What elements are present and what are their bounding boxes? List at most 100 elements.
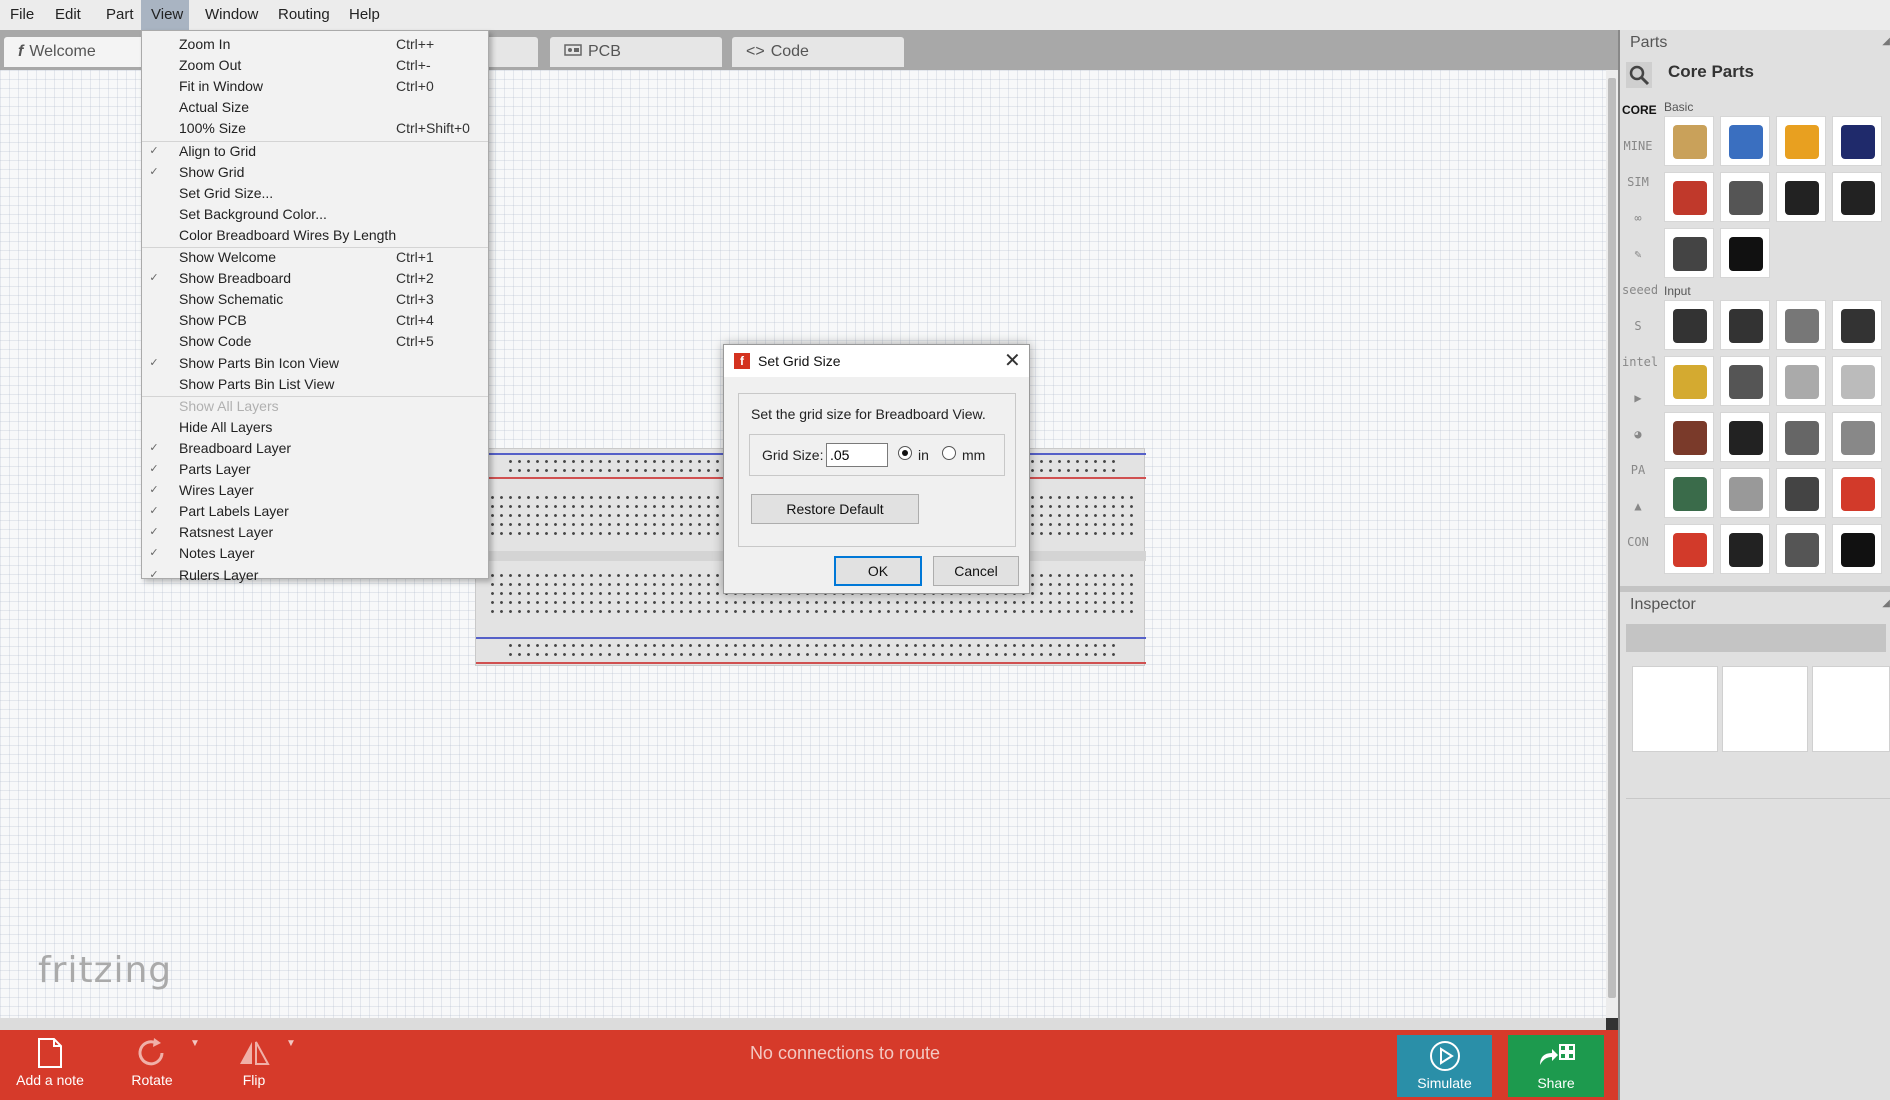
horizontal-scrollbar[interactable] <box>0 1018 1618 1030</box>
menu-help[interactable]: Help <box>339 0 390 30</box>
part-diode[interactable] <box>1720 172 1770 222</box>
part-sparkfun-board[interactable] <box>1720 524 1770 574</box>
parts-bin-tab[interactable]: CON <box>1622 528 1654 556</box>
menu-part[interactable]: Part <box>96 0 144 30</box>
part-toggle-switch[interactable] <box>1720 412 1770 462</box>
part-npn-transistor[interactable] <box>1832 172 1882 222</box>
menu-file[interactable]: File <box>0 0 44 30</box>
parts-bin-tab[interactable]: ▶ <box>1622 384 1654 412</box>
view-menu-item[interactable]: ✓ Ratsnest Layer <box>142 522 488 543</box>
view-menu-item[interactable]: ✓ Notes Layer <box>142 543 488 564</box>
parts-bin-tab[interactable]: ✎ <box>1622 240 1654 268</box>
part-ir-sensor[interactable] <box>1832 468 1882 518</box>
view-menu-item[interactable]: Fit in Window Ctrl+0 <box>142 76 488 97</box>
rotate-dropdown-icon[interactable]: ▼ <box>190 1038 200 1049</box>
cancel-button[interactable]: Cancel <box>933 556 1019 586</box>
tab-code[interactable]: <> Code <box>732 37 904 67</box>
tab-pcb[interactable]: PCB <box>550 37 722 67</box>
parts-bin-tab[interactable]: seeed <box>1622 276 1658 304</box>
view-menu-item[interactable]: ✓ Parts Layer <box>142 459 488 480</box>
share-button[interactable]: Share <box>1508 1035 1604 1097</box>
part-electrolytic-capacitor[interactable] <box>1832 116 1882 166</box>
parts-bin-tab[interactable]: S <box>1622 312 1654 340</box>
parts-bin-tab[interactable]: intel <box>1622 348 1658 376</box>
part-tilt-switch[interactable] <box>1832 412 1882 462</box>
part-rotary-potentiometer[interactable] <box>1720 300 1770 350</box>
parts-bin-tab[interactable]: PA <box>1622 456 1654 484</box>
unit-in-radio[interactable] <box>898 446 912 460</box>
part-tantalum-capacitor[interactable] <box>1776 116 1826 166</box>
part-dial-knob[interactable] <box>1720 356 1770 406</box>
dialog-title-bar[interactable]: f Set Grid Size ✕ <box>724 345 1029 377</box>
menu-window[interactable]: Window <box>195 0 268 30</box>
part-slide-potentiometer[interactable] <box>1776 300 1826 350</box>
view-menu-item[interactable]: Show Code Ctrl+5 <box>142 331 488 352</box>
ok-button[interactable]: OK <box>834 556 922 586</box>
view-menu-item[interactable]: Hide All Layers <box>142 417 488 438</box>
parts-bin-tab[interactable]: ∞ <box>1622 204 1654 232</box>
parts-bin-tab[interactable]: MINE <box>1622 132 1654 160</box>
part-thermistor[interactable] <box>1776 468 1826 518</box>
part-pushbutton[interactable] <box>1664 412 1714 462</box>
close-icon[interactable]: ✕ <box>1004 348 1021 373</box>
vertical-scroll-thumb[interactable] <box>1608 78 1616 998</box>
view-menu-item[interactable]: Show Schematic Ctrl+3 <box>142 289 488 310</box>
parts-pin-icon[interactable]: ◢ <box>1882 36 1890 47</box>
part-dip-switch-rotary[interactable] <box>1776 356 1826 406</box>
search-icon[interactable] <box>1626 62 1652 88</box>
grid-size-input[interactable] <box>826 443 888 467</box>
parts-bin-tab[interactable]: SIM <box>1622 168 1654 196</box>
inspector-pin-icon[interactable]: ◢ <box>1882 598 1890 609</box>
rotate-button[interactable]: Rotate ▼ <box>120 1030 200 1100</box>
view-menu-item[interactable]: Show PCB Ctrl+4 <box>142 310 488 331</box>
view-menu-item[interactable]: ✓ Wires Layer <box>142 480 488 501</box>
view-menu-item[interactable]: 100% Size Ctrl+Shift+0 <box>142 118 488 139</box>
parts-bin-tab[interactable]: ▲ <box>1622 492 1654 520</box>
part-pnp-transistor[interactable] <box>1776 172 1826 222</box>
parts-bin-tab[interactable]: ◕ <box>1622 420 1654 448</box>
part-fet-transistor[interactable] <box>1664 228 1714 278</box>
view-menu-item[interactable]: Color Breadboard Wires By Length <box>142 225 488 246</box>
part-mystery-part[interactable] <box>1720 228 1770 278</box>
part-rotary-encoder[interactable] <box>1664 356 1714 406</box>
menu-routing[interactable]: Routing <box>268 0 340 30</box>
view-menu-item[interactable]: Show Parts Bin List View <box>142 374 488 395</box>
panel-splitter[interactable] <box>1620 586 1890 592</box>
simulate-button[interactable]: Simulate <box>1397 1035 1492 1097</box>
unit-mm-radio[interactable] <box>942 446 956 460</box>
tab-welcome[interactable]: f Welcome <box>4 37 154 67</box>
part-potentiometer[interactable] <box>1664 300 1714 350</box>
view-menu-item[interactable]: Actual Size <box>142 97 488 118</box>
part-reed-switch[interactable] <box>1832 356 1882 406</box>
view-menu-item[interactable]: Set Background Color... <box>142 204 488 225</box>
part-joystick[interactable] <box>1664 468 1714 518</box>
view-menu-item[interactable]: ✓ Show Grid <box>142 162 488 183</box>
view-menu-item[interactable]: Show Welcome Ctrl+1 <box>142 247 488 268</box>
part-sparkfun-board-2[interactable] <box>1776 524 1826 574</box>
part-piezo-buzzer[interactable] <box>1664 524 1714 574</box>
menu-edit[interactable]: Edit <box>45 0 91 30</box>
view-menu-item[interactable]: ✓ Show Breadboard Ctrl+2 <box>142 268 488 289</box>
vertical-scrollbar[interactable] <box>1606 70 1618 1018</box>
view-menu-item[interactable]: ✓ Part Labels Layer <box>142 501 488 522</box>
parts-bin-tab[interactable]: CORE <box>1622 96 1657 124</box>
view-menu-item[interactable]: ✓ Show Parts Bin Icon View <box>142 353 488 374</box>
flip-button[interactable]: Flip ▼ <box>228 1030 296 1100</box>
add-note-button[interactable]: Add a note <box>10 1030 90 1100</box>
restore-default-button[interactable]: Restore Default <box>751 494 919 524</box>
view-menu-item[interactable]: ✓ Align to Grid <box>142 141 488 162</box>
part-slide-switch[interactable] <box>1776 412 1826 462</box>
view-menu-item[interactable]: Zoom In Ctrl++ <box>142 34 488 55</box>
part-trimmer-strip[interactable] <box>1832 300 1882 350</box>
view-menu-item[interactable]: ✓ Breadboard Layer <box>142 438 488 459</box>
view-menu-item[interactable]: Set Grid Size... <box>142 183 488 204</box>
menu-view[interactable]: View <box>141 0 189 30</box>
part-inductor[interactable] <box>1664 172 1714 222</box>
part-temperature-sensor[interactable] <box>1832 524 1882 574</box>
flip-dropdown-icon[interactable]: ▼ <box>286 1038 296 1049</box>
part-resistor[interactable] <box>1664 116 1714 166</box>
part-wire-sensor[interactable] <box>1720 468 1770 518</box>
part-ceramic-capacitor[interactable] <box>1720 116 1770 166</box>
view-menu-item[interactable]: Zoom Out Ctrl+- <box>142 55 488 76</box>
view-menu-item[interactable]: ✓ Rulers Layer <box>142 565 488 586</box>
